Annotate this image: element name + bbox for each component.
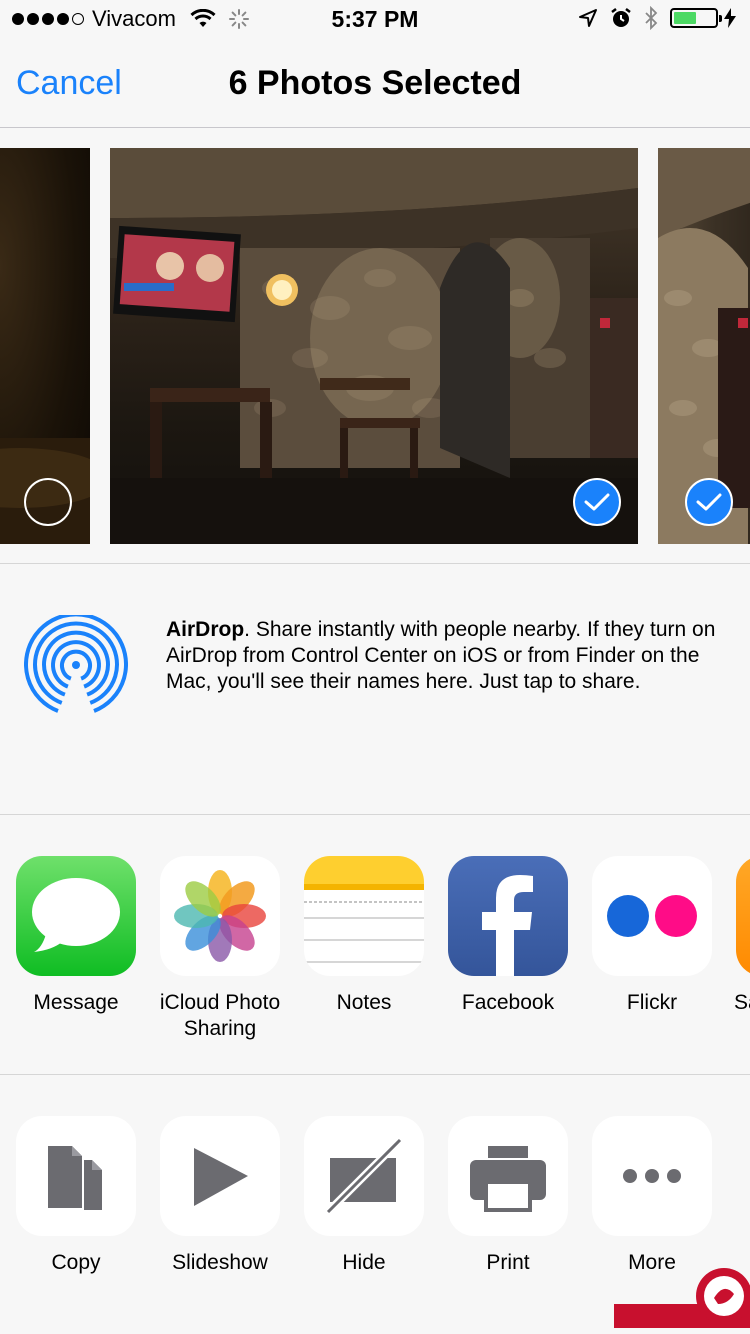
action-more[interactable]: More — [580, 1116, 724, 1276]
photo-carousel[interactable] — [0, 129, 750, 564]
facebook-icon — [448, 856, 568, 976]
photo-selected-checkmark[interactable] — [573, 478, 621, 526]
share-app-label: Message — [33, 991, 119, 1014]
action-copy[interactable]: Copy — [4, 1116, 148, 1276]
airdrop-description: AirDrop. Share instantly with people nea… — [166, 617, 726, 695]
page-title: 6 Photos Selected — [228, 64, 522, 102]
photo-restaurant-interior[interactable] — [110, 148, 638, 544]
action-hide[interactable]: Hide — [292, 1116, 436, 1276]
copy-icon — [16, 1116, 136, 1236]
hide-icon — [304, 1116, 424, 1236]
share-apps-row[interactable]: Message iCloud Photo Sharing Notes Faceb… — [0, 816, 750, 1075]
share-app-facebook[interactable]: Facebook — [436, 856, 580, 1016]
airdrop-icon — [24, 615, 128, 713]
app-icon — [736, 856, 750, 976]
more-icon — [592, 1116, 712, 1236]
status-bar: Vivacom 5:37 PM — [0, 0, 750, 40]
photo-select-toggle[interactable] — [24, 478, 72, 526]
action-slideshow[interactable]: Slideshow — [148, 1116, 292, 1276]
status-right — [578, 6, 736, 30]
photo-selected-checkmark[interactable] — [685, 478, 733, 526]
charging-bolt-icon — [724, 8, 736, 28]
battery-level — [674, 12, 696, 24]
bluetooth-icon — [645, 6, 658, 30]
share-app-label: Facebook — [461, 991, 555, 1014]
share-app-flickr[interactable]: Flickr — [580, 856, 724, 1016]
photo-dark-left[interactable] — [0, 148, 90, 544]
message-icon — [16, 856, 136, 976]
share-app-label: Sa — [734, 991, 750, 1014]
action-label: Print — [486, 1251, 530, 1274]
checkmark-icon — [584, 493, 610, 511]
action-label: Hide — [342, 1251, 386, 1274]
alarm-icon — [611, 8, 631, 27]
share-app-icloud-photo-sharing[interactable]: iCloud Photo Sharing — [148, 856, 292, 1042]
flickr-icon — [592, 856, 712, 976]
share-app-label: Notes — [336, 991, 392, 1014]
printer-icon — [448, 1116, 568, 1236]
action-print[interactable]: Print — [436, 1116, 580, 1276]
notes-icon — [304, 856, 424, 976]
photo-stone-wall-right[interactable] — [658, 148, 750, 544]
share-app-partial[interactable]: Sa — [724, 856, 750, 1016]
checkmark-icon — [696, 493, 722, 511]
airdrop-title: AirDrop — [166, 618, 245, 641]
action-label: Copy — [51, 1251, 101, 1274]
play-icon — [160, 1116, 280, 1236]
share-app-label: iCloud Photo Sharing — [159, 991, 281, 1040]
action-label: Slideshow — [172, 1251, 268, 1274]
share-app-label: Flickr — [626, 991, 678, 1014]
photo-restaurant-interior-image — [110, 148, 638, 544]
share-app-notes[interactable]: Notes — [292, 856, 436, 1016]
location-arrow-icon — [579, 9, 597, 27]
share-app-message[interactable]: Message — [4, 856, 148, 1016]
photos-icon — [160, 856, 280, 976]
airdrop-section: AirDrop. Share instantly with people nea… — [0, 565, 750, 815]
airdrop-body: . Share instantly with people nearby. If… — [166, 618, 716, 693]
watermark-logo — [614, 1268, 750, 1328]
navigation-bar: Cancel 6 Photos Selected — [0, 40, 750, 128]
battery-icon — [670, 8, 722, 28]
